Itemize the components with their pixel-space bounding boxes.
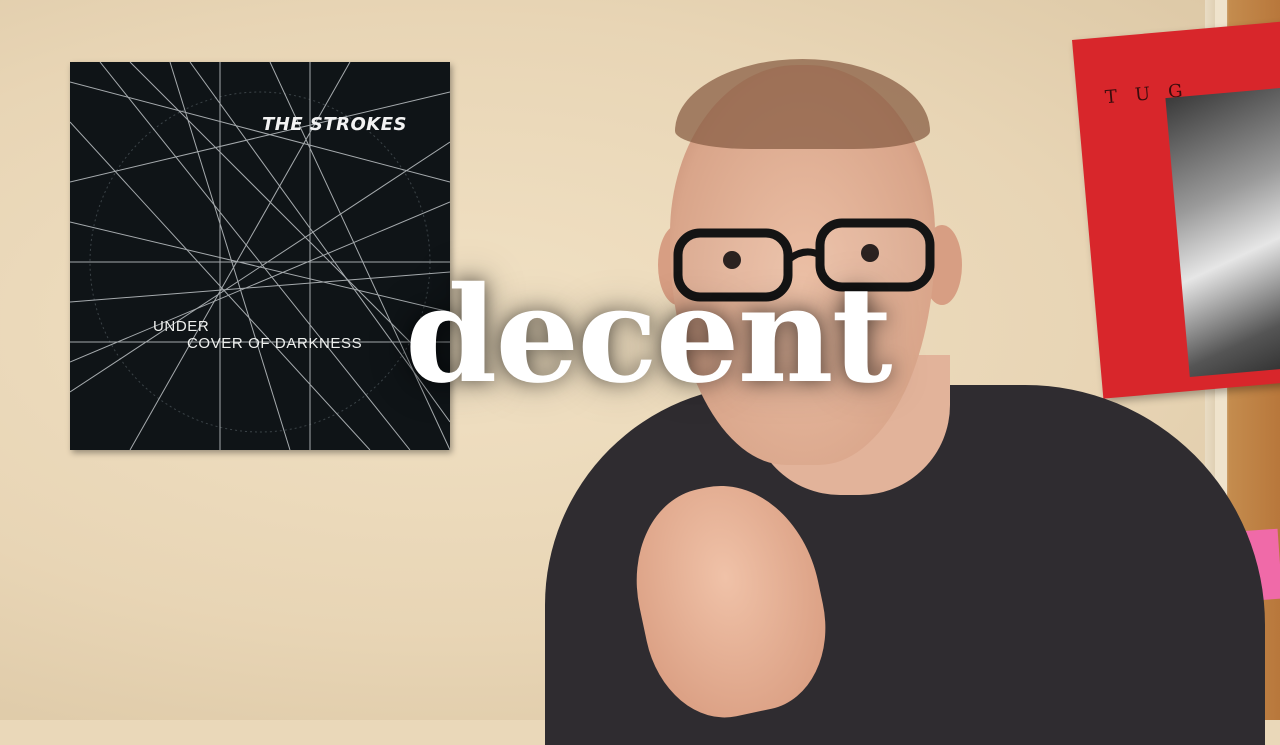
album-cover: THE STROKES UNDER COVER OF DARKNESS — [70, 62, 450, 450]
overlay-caption: decent — [405, 258, 893, 413]
album-title-line1: UNDER — [153, 318, 210, 335]
album-artist-text: THE STROKES — [262, 114, 408, 135]
presenter-hair — [675, 59, 930, 149]
album-title-line2: COVER OF DARKNESS — [187, 335, 363, 352]
